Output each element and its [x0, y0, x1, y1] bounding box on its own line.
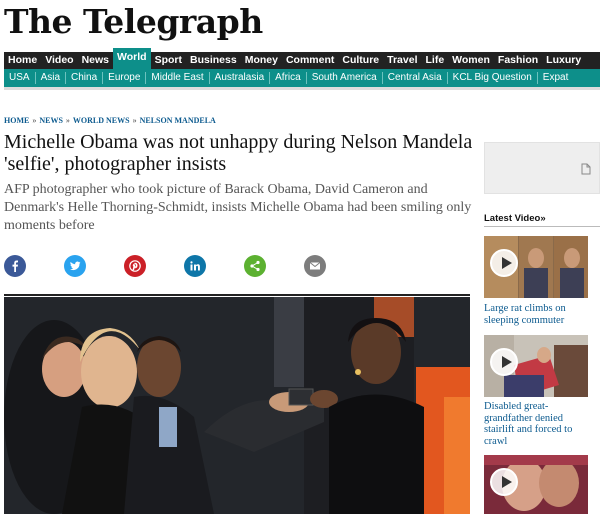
- subnav-item-europe[interactable]: Europe: [103, 72, 147, 84]
- video-caption-1[interactable]: Large rat climbs on sleeping commuter: [484, 303, 594, 326]
- share-icon[interactable]: [244, 255, 266, 277]
- facebook-share-icon[interactable]: [4, 255, 26, 277]
- video-thumbnail-3[interactable]: [484, 455, 588, 514]
- primary-nav: Home Video News World Sport Business Mon…: [4, 48, 600, 69]
- breadcrumb-news[interactable]: NEWS: [39, 116, 63, 125]
- nav-item-fashion[interactable]: Fashion: [494, 52, 542, 69]
- photo-illustration: [4, 297, 470, 514]
- nav-item-business[interactable]: Business: [186, 52, 241, 69]
- breadcrumb-separator: »: [132, 116, 137, 125]
- video-thumbnail-2[interactable]: [484, 335, 588, 397]
- nav-item-life[interactable]: Life: [422, 52, 449, 69]
- nav-item-video[interactable]: Video: [41, 52, 77, 69]
- nav-item-home[interactable]: Home: [4, 52, 41, 69]
- breadcrumb: HOME » NEWS » WORLD NEWS » NELSON MANDEL…: [4, 116, 216, 125]
- subnav-item-africa[interactable]: Africa: [270, 72, 307, 84]
- subnav-item-central-asia[interactable]: Central Asia: [383, 72, 448, 84]
- breadcrumb-home[interactable]: HOME: [4, 116, 29, 125]
- nav-item-news[interactable]: News: [78, 52, 113, 69]
- subnav-item-china[interactable]: China: [66, 72, 104, 84]
- subnav-item-expat[interactable]: Expat: [538, 72, 574, 84]
- breadcrumb-separator: »: [32, 116, 37, 125]
- video-thumbnail-1[interactable]: [484, 236, 588, 298]
- video-caption-2[interactable]: Disabled great-grandfather denied stairl…: [484, 401, 594, 447]
- article-standfirst: AFP photographer who took picture of Bar…: [4, 182, 472, 233]
- play-icon[interactable]: [490, 348, 518, 376]
- play-icon[interactable]: [490, 249, 518, 277]
- share-buttons: [4, 255, 468, 281]
- latest-video-rule: [484, 226, 600, 227]
- nav-item-comment[interactable]: Comment: [282, 52, 338, 69]
- subnav-item-asia[interactable]: Asia: [36, 72, 67, 84]
- article-photo[interactable]: [4, 297, 470, 514]
- nav-item-luxury[interactable]: Luxury: [542, 52, 585, 69]
- subnav-item-south-america[interactable]: South America: [307, 72, 383, 84]
- latest-video-heading[interactable]: Latest Video»: [484, 213, 546, 224]
- article-divider: [4, 294, 470, 296]
- subnav-item-australasia[interactable]: Australasia: [210, 72, 271, 84]
- subnav-item-kcl-big-question[interactable]: KCL Big Question: [448, 72, 538, 84]
- nav-shadow: [4, 87, 600, 90]
- document-icon: [581, 163, 591, 175]
- subnav-item-middle-east[interactable]: Middle East: [146, 72, 210, 84]
- subnav-item-usa[interactable]: USA: [4, 72, 36, 84]
- twitter-share-icon[interactable]: [64, 255, 86, 277]
- pinterest-share-icon[interactable]: [124, 255, 146, 277]
- play-icon[interactable]: [490, 468, 518, 496]
- breadcrumb-nelson-mandela[interactable]: NELSON MANDELA: [140, 116, 216, 125]
- email-share-icon[interactable]: [304, 255, 326, 277]
- advertisement-slot[interactable]: [484, 142, 600, 194]
- nav-item-culture[interactable]: Culture: [338, 52, 383, 69]
- breadcrumb-world-news[interactable]: WORLD NEWS: [73, 116, 130, 125]
- nav-item-money[interactable]: Money: [241, 52, 282, 69]
- article-headline: Michelle Obama was not unhappy during Ne…: [4, 131, 473, 175]
- masthead: The Telegraph: [0, 0, 600, 50]
- site-logo[interactable]: The Telegraph: [4, 2, 263, 41]
- linkedin-share-icon[interactable]: [184, 255, 206, 277]
- nav-item-travel[interactable]: Travel: [383, 52, 421, 69]
- nav-item-world[interactable]: World: [113, 48, 151, 69]
- secondary-nav: USA Asia China Europe Middle East Austra…: [4, 69, 600, 87]
- nav-item-sport[interactable]: Sport: [151, 52, 186, 69]
- nav-item-women[interactable]: Women: [448, 52, 494, 69]
- breadcrumb-separator: »: [65, 116, 70, 125]
